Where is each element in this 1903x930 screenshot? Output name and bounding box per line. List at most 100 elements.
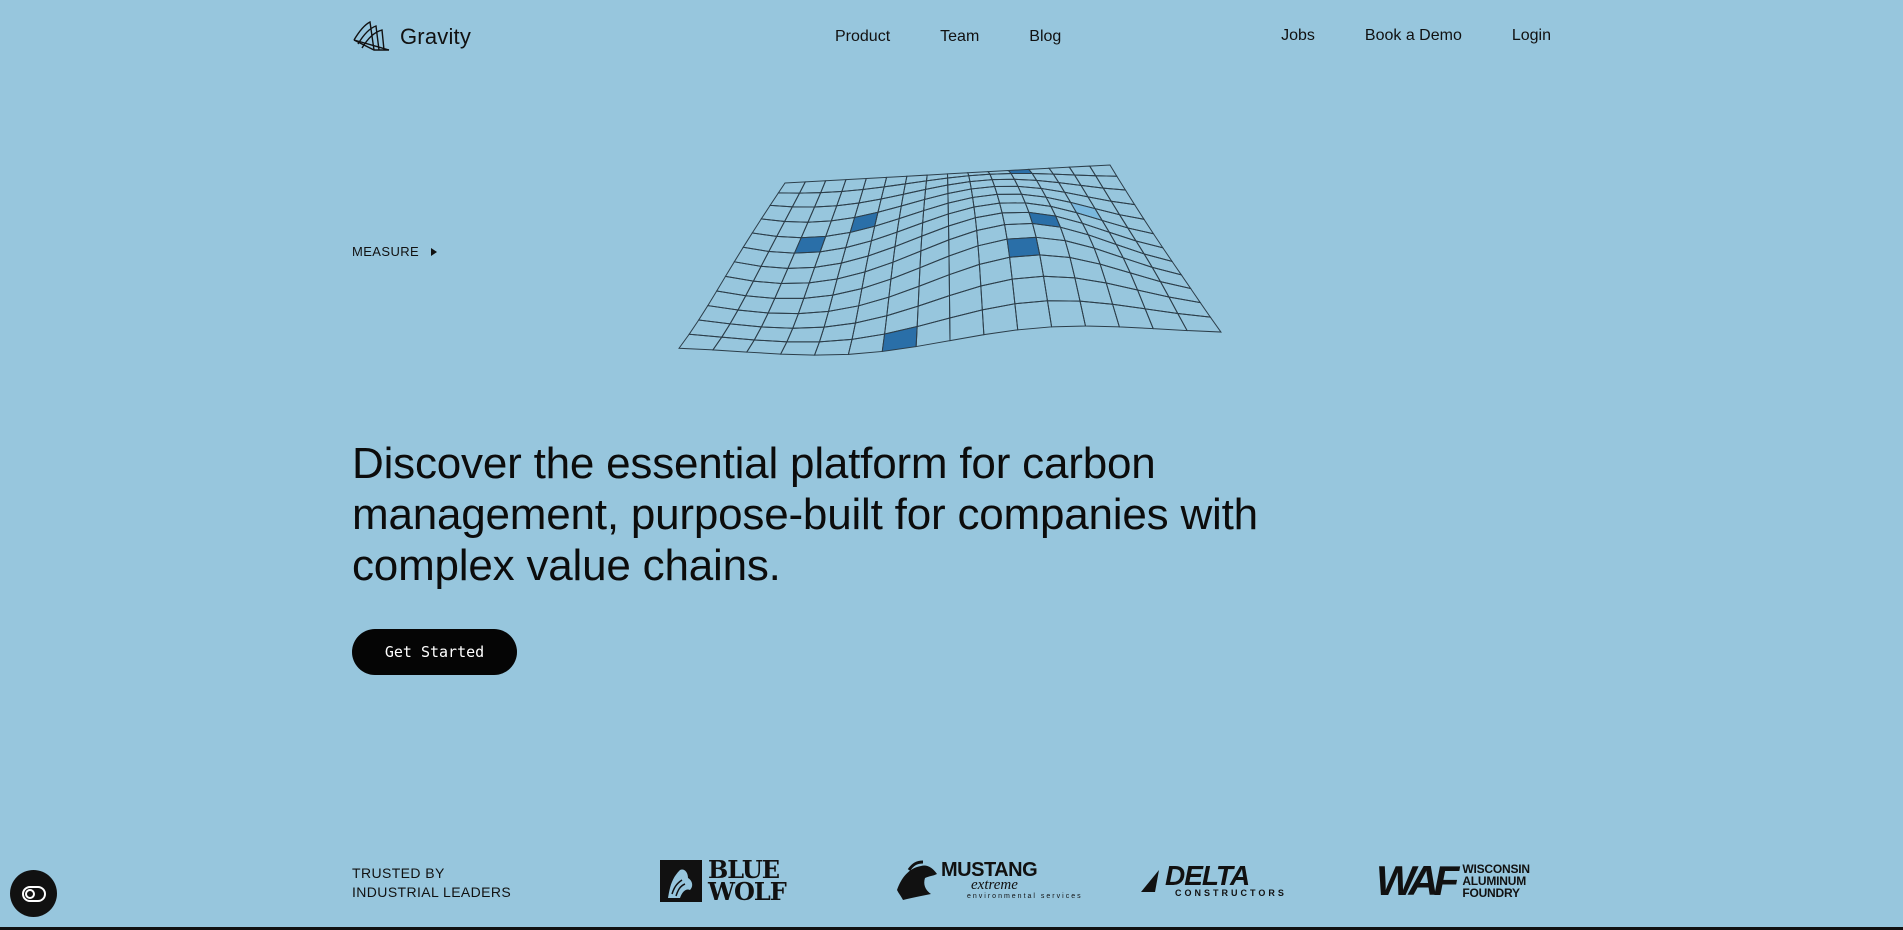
grid-cell (797, 294, 834, 315)
grid-cell (919, 239, 950, 269)
get-started-button[interactable]: Get Started (352, 629, 517, 675)
grid-cell (915, 317, 951, 348)
grid-cell (921, 213, 950, 237)
grid-cell-highlight (1006, 236, 1041, 258)
grid-cell (949, 309, 985, 342)
grid-cell (775, 220, 809, 239)
grid-cell (1134, 240, 1174, 263)
grid-cell (993, 185, 1023, 195)
bluewolf-line-2: WOLF (708, 877, 787, 906)
grid-cell (998, 202, 1030, 214)
grid-cell (767, 297, 805, 315)
grid-cell (890, 250, 922, 280)
grid-cell (1004, 222, 1037, 240)
grid-cell (774, 282, 810, 299)
grid-cell (1009, 254, 1045, 280)
grid-cell (917, 273, 950, 307)
nav-book-demo[interactable]: Book a Demo (1365, 27, 1462, 45)
nav-team[interactable]: Team (940, 28, 979, 46)
grid-cell (715, 275, 755, 297)
cookie-preferences-icon (21, 885, 46, 902)
horse-head-icon (897, 860, 937, 900)
grid-cell (858, 278, 892, 307)
delta-logo: DELTA CONSTRUCTORS (1139, 855, 1287, 907)
grid-cell (922, 202, 949, 224)
bluewolf-logo: BLUE WOLF (658, 855, 787, 907)
grid-cell (769, 192, 801, 208)
grid-cell (1129, 272, 1170, 298)
waf-line-3: FOUNDRY (1462, 886, 1520, 900)
grid-cell (1111, 303, 1154, 330)
grid-cell (898, 198, 926, 220)
grid-cell (989, 172, 1016, 181)
grid-cell (947, 206, 976, 227)
grid-cell (791, 192, 822, 208)
grid-cell (724, 261, 762, 282)
primary-nav: Product Team Blog (835, 28, 1111, 46)
grid-cell (888, 266, 921, 298)
grid-cell (948, 245, 980, 276)
grid-cell (777, 181, 807, 194)
delta-sub: CONSTRUCTORS (1175, 888, 1287, 898)
grid-cell (847, 333, 886, 355)
grid-cell (948, 285, 983, 319)
grid-cell (742, 232, 778, 252)
grid-cell (813, 338, 853, 356)
grid-cell (981, 303, 1019, 336)
nav-login[interactable]: Login (1512, 27, 1551, 45)
grid-cell (807, 205, 838, 223)
nav-product[interactable]: Product (835, 28, 890, 46)
trusted-by-label: TRUSTED BY INDUSTRIAL LEADERS (352, 864, 511, 902)
page: Gravity Product Team Blog Jobs Book a De… (0, 0, 1903, 930)
grid-cell (902, 180, 928, 195)
section-label[interactable]: MEASURE (352, 244, 438, 259)
grid-cell (1087, 233, 1125, 259)
grid-cell (760, 312, 800, 329)
grid-cell (1122, 256, 1162, 283)
brand-logo[interactable]: Gravity (352, 20, 471, 54)
grid-cell (948, 217, 978, 241)
grid-cell (900, 188, 927, 207)
grid-cell (1115, 243, 1154, 269)
grid-cell (783, 206, 816, 223)
grid-cell (1079, 300, 1121, 328)
grid-cell (813, 190, 843, 208)
delta-main: DELTA (1165, 860, 1250, 891)
grid-cell (1046, 300, 1087, 328)
grid-cell (892, 235, 923, 263)
secondary-nav: Jobs Book a Demo Login (1231, 27, 1551, 45)
grid-cell (786, 326, 825, 343)
grid-cell (1167, 296, 1212, 318)
grid-cell (947, 196, 975, 215)
grid-cell (792, 310, 830, 329)
grid-cell-highlight (881, 325, 918, 353)
grid-cell (1039, 254, 1076, 279)
wolf-head-icon (660, 860, 702, 902)
nav-blog[interactable]: Blog (1029, 28, 1061, 46)
grid-cell (1014, 300, 1053, 331)
grid-cell (745, 339, 788, 355)
nav-jobs[interactable]: Jobs (1281, 27, 1315, 45)
grid-cell (779, 341, 821, 356)
grid-cell (678, 333, 723, 351)
play-triangle-icon (431, 247, 438, 256)
grid-cell (1105, 282, 1146, 310)
grid-cell (1151, 266, 1192, 290)
cookie-preferences-button[interactable] (10, 870, 57, 917)
grid-cell (1176, 312, 1222, 333)
trusted-line-2: INDUSTRIAL LEADERS (352, 884, 512, 900)
brand-name: Gravity (400, 24, 472, 49)
grid-cell (978, 256, 1013, 287)
grid-cell-highlight (1069, 201, 1104, 222)
grid-cell (733, 246, 770, 267)
customer-logos: BLUE WOLF MUSTANG extreme environmental … (655, 855, 1555, 907)
grid-cell (980, 278, 1016, 311)
mustang-tag: environmental services (967, 893, 1083, 900)
grid-cell (1068, 165, 1097, 177)
grid-cell (1088, 164, 1118, 177)
grid-cell (918, 255, 950, 287)
gravity-logo-icon (353, 20, 390, 51)
grid-cell (896, 209, 925, 233)
grid-cell (991, 178, 1019, 187)
hero-headline: Discover the essential platform for carb… (352, 439, 1258, 590)
